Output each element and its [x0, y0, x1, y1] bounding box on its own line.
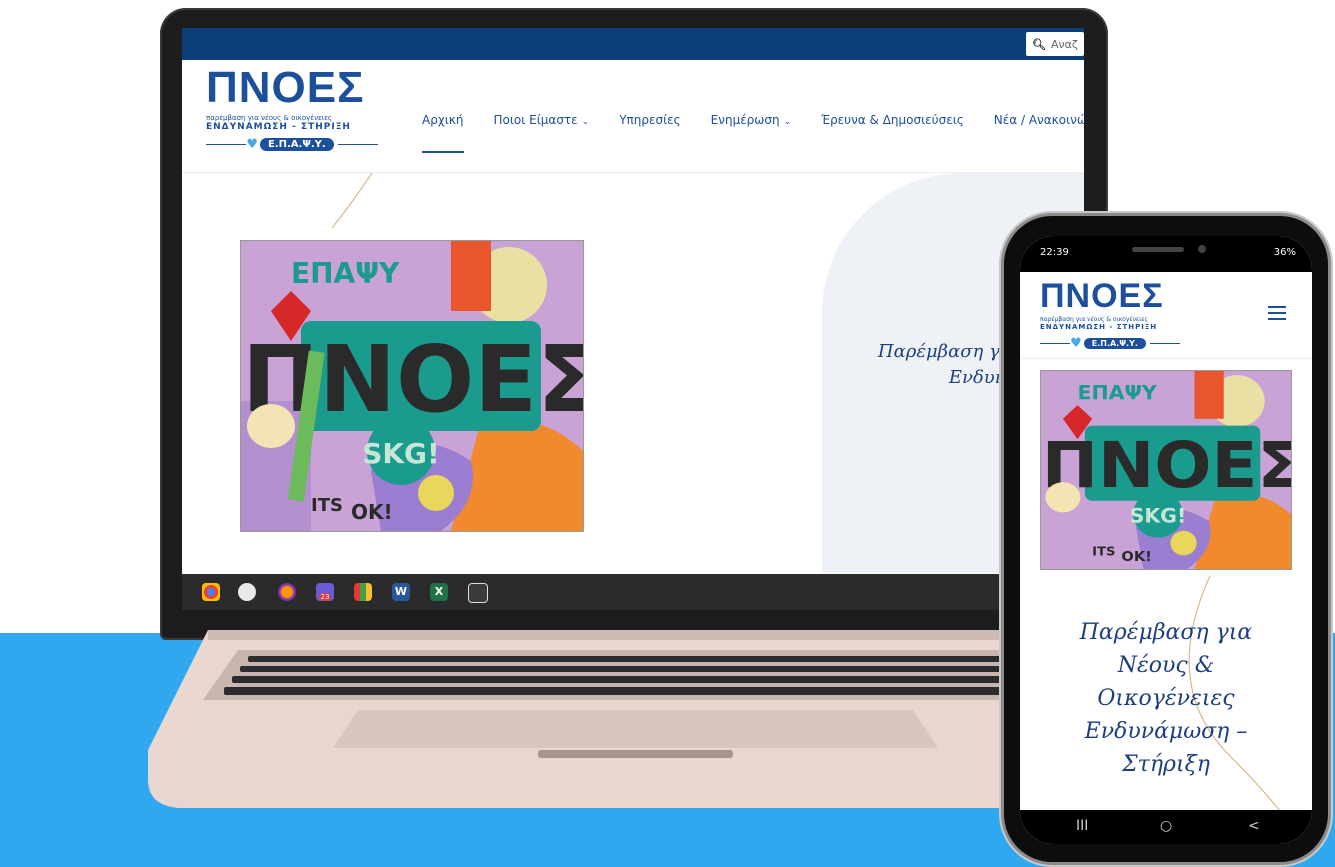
nav-item-services[interactable]: Υπηρεσίες [619, 113, 680, 127]
art-its-text: ITS [1092, 545, 1115, 559]
home-button[interactable]: ○ [1160, 818, 1172, 834]
chevron-down-icon: ⌄ [581, 117, 590, 127]
phone-notch [1116, 240, 1226, 260]
site-header: ΠΝΟΕΣ παρέμβαση για νέους & οικογένειες … [182, 60, 1084, 173]
graffiti-artwork: ΠΝΟΕΣ ΕΠΑΨΥ SKG! ITS OK! [240, 240, 584, 532]
nav-label: Ενημέρωση [710, 113, 780, 127]
hero-title-line: Οικογένειες [1097, 686, 1235, 711]
art-its-text: ITS [311, 495, 343, 516]
logo-divider [206, 144, 247, 145]
hero-title-line: Στήριξη [1122, 752, 1210, 777]
art-ok-text: OK! [1121, 549, 1151, 564]
notification-badge: 23 [318, 593, 332, 601]
android-navbar: III ○ < [1020, 810, 1312, 844]
site-logo[interactable]: ΠΝΟΕΣ παρέμβαση για νέους & οικογένειες … [206, 63, 379, 152]
decorative-curve [332, 173, 373, 229]
hero-title-line: Παρέμβαση για [1079, 620, 1253, 645]
word-icon[interactable]: W [392, 583, 410, 601]
nav-label: Ποιοι Είμαστε [493, 113, 578, 127]
logo-badge-row: ♥ Ε.Π.Α.Ψ.Υ. [206, 137, 379, 152]
phone-device: 22:39 36% ΠΝΟΕΣ παρέμβαση για νέους & οι… [1004, 216, 1328, 862]
speaker-grille [1132, 247, 1184, 252]
status-bar: 22:39 36% [1020, 236, 1312, 272]
art-main-text: ΠΝΟΕΣ [242, 326, 583, 433]
viber-icon[interactable]: 23 [316, 583, 334, 601]
hero-title-line: Ενδυνάμωση – [1084, 719, 1248, 744]
nav-label: Έρευνα & Δημοσιεύσεις [821, 113, 964, 127]
camera-icon [1198, 245, 1206, 253]
excel-icon[interactable]: X [430, 583, 448, 601]
art-top-text: ΕΠΑΨΥ [291, 257, 400, 290]
logo-mark: ΠΝΟΕΣ [206, 63, 365, 112]
firefox-icon[interactable] [278, 583, 296, 601]
logo-tagline: ΕΝΔΥΝΑΜΩΣΗ - ΣΤΗΡΙΞΗ [1040, 323, 1158, 331]
hero-title-line: Νέους & [1117, 653, 1215, 678]
main-nav: Αρχική Ποιοι Είμαστε ⌄ Υπηρεσίες Ενημέρωσ… [422, 113, 1084, 153]
phone-screen: 22:39 36% ΠΝΟΕΣ παρέμβαση για νέους & οι… [1020, 236, 1312, 844]
search-icon: 🔍︎ [1032, 37, 1046, 51]
art-tag-text: SKG! [1130, 505, 1187, 527]
logo-tagline: ΕΝΔΥΝΑΜΩΣΗ - ΣΤΗΡΙΞΗ [206, 122, 351, 132]
logo-divider [1149, 343, 1181, 344]
logo-divider [337, 144, 379, 145]
search-input[interactable]: 🔍︎ Αναζ [1026, 32, 1084, 56]
logo-badge-row: ♥ Ε.Π.Α.Ψ.Υ. [1040, 336, 1181, 351]
back-button[interactable]: < [1248, 818, 1260, 834]
recent-apps-button[interactable]: III [1076, 818, 1088, 834]
nav-label: Αρχική [422, 113, 464, 127]
winrar-icon[interactable] [354, 583, 372, 601]
laptop-base [148, 630, 1123, 808]
nav-label: Νέα / Ανακοινώ [993, 113, 1084, 127]
site-topbar: 🔍︎ Αναζ [182, 28, 1084, 60]
logo-badge: Ε.Π.Α.Ψ.Υ. [260, 138, 334, 151]
mobile-header: ΠΝΟΕΣ παρέμβαση για νέους & οικογένειες … [1020, 272, 1312, 359]
logo-mark: ΠΝΟΕΣ [1040, 277, 1164, 315]
nav-item-news[interactable]: Νέα / Ανακοινώ [994, 113, 1084, 127]
chrome-icon[interactable] [202, 583, 220, 601]
logo-divider [1040, 343, 1071, 344]
nav-item-home[interactable]: Αρχική [422, 113, 464, 153]
nav-item-about[interactable]: Ποιοι Είμαστε ⌄ [494, 113, 590, 127]
mobile-logo[interactable]: ΠΝΟΕΣ παρέμβαση για νέους & οικογένειες … [1040, 277, 1181, 351]
chevron-down-icon: ⌄ [783, 117, 792, 127]
logo-badge: Ε.Π.Α.Ψ.Υ. [1083, 338, 1146, 349]
battery-level: 36% [1273, 247, 1296, 258]
graffiti-illustration: ΠΝΟΕΣ ΕΠΑΨΥ SKG! ITS OK! [241, 241, 583, 531]
nav-label: Υπηρεσίες [619, 113, 681, 127]
menu-icon[interactable] [1268, 306, 1286, 320]
photos-icon[interactable] [468, 583, 488, 603]
search-placeholder: Αναζ [1050, 37, 1078, 51]
mobile-graffiti-artwork: ΠΝΟΕΣ ΕΠΑΨΥ SKG! ITS OK! [1040, 370, 1292, 570]
heart-icon: ♥ [1070, 336, 1082, 351]
art-tag-text: SKG! [362, 437, 440, 470]
edge-icon[interactable] [238, 583, 256, 601]
os-taskbar: 23 W X [182, 574, 1084, 610]
logo-subtitle: παρέμβαση για νέους & οικογένειες [1040, 316, 1149, 323]
heart-icon: ♥ [246, 137, 258, 152]
nav-item-info[interactable]: Ενημέρωση ⌄ [711, 113, 791, 127]
art-ok-text: OK! [351, 500, 393, 524]
graffiti-illustration: ΠΝΟΕΣ ΕΠΑΨΥ SKG! ITS OK! [1041, 371, 1291, 569]
logo-subtitle: παρέμβαση για νέους & οικογένειες [206, 114, 333, 122]
art-top-text: ΕΠΑΨΥ [1078, 382, 1158, 404]
nav-item-research[interactable]: Έρευνα & Δημοσιεύσεις [821, 113, 964, 127]
mobile-hero-title: Παρέμβαση για Νέους & Οικογένειες Ενδυνά… [1040, 616, 1292, 781]
status-time: 22:39 [1040, 247, 1069, 258]
